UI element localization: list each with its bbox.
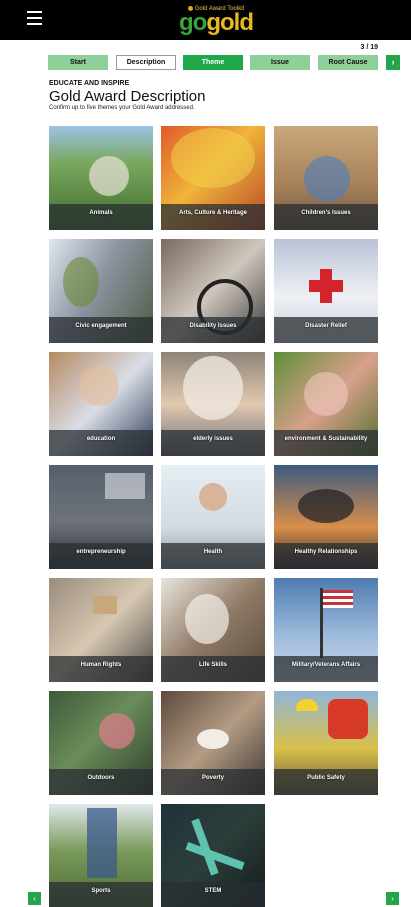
- theme-label: Outdoors: [87, 775, 115, 781]
- theme-tile-environment-sustainability[interactable]: environment & Sustainability: [274, 352, 378, 456]
- tile-photo-shape: [171, 128, 255, 188]
- tile-caption-bar: [161, 204, 265, 230]
- theme-label: entrepreneurship: [76, 549, 126, 555]
- theme-label: environment & Sustainability: [284, 436, 368, 442]
- theme-tile-animals[interactable]: Animals: [49, 126, 153, 230]
- tile-caption-bar: [274, 769, 378, 795]
- gogold-logo[interactable]: Gold Award Toolkit gogold: [176, 6, 256, 35]
- theme-tile-sports[interactable]: Sports: [49, 804, 153, 907]
- logo-go: go: [179, 9, 207, 36]
- bowl-shape: [197, 729, 229, 749]
- theme-label: Arts, Culture & Heritage: [178, 210, 247, 216]
- chevron-right-icon[interactable]: ›: [386, 55, 400, 70]
- tile-caption-bar: [274, 656, 378, 682]
- theme-tile-entrepreneurship[interactable]: entrepreneurship: [49, 465, 153, 569]
- step-description-button[interactable]: Description: [116, 55, 176, 70]
- logo-wordmark: gogold: [176, 11, 256, 35]
- theme-tile-disability-issues[interactable]: Disability Issues: [161, 239, 265, 343]
- hard-hat-shape: [296, 699, 318, 711]
- tile-caption-bar: [274, 430, 378, 456]
- theme-label: Public Safety: [307, 775, 345, 781]
- us-flag-icon: [323, 590, 353, 608]
- theme-label: education: [86, 436, 116, 442]
- tile-caption-bar: [49, 317, 153, 343]
- tile-caption-bar: [274, 317, 378, 343]
- theme-label: elderly issues: [193, 436, 233, 442]
- theme-tile-childrens-issues[interactable]: Children's Issues: [274, 126, 378, 230]
- theme-label: Life Skills: [198, 662, 227, 668]
- tile-caption-bar: [49, 769, 153, 795]
- theme-label: Poverty: [201, 775, 224, 781]
- tile-photo-shape: [183, 356, 243, 420]
- step-start-button[interactable]: Start: [48, 55, 108, 70]
- tile-photo-shape: [304, 372, 348, 416]
- logo-gold: gold: [206, 9, 254, 36]
- theme-label: Health: [203, 549, 223, 555]
- whiteboard-shape: [105, 473, 145, 499]
- theme-label: Disability Issues: [189, 323, 237, 329]
- tile-caption-bar: [49, 204, 153, 230]
- tile-caption-bar: [49, 543, 153, 569]
- red-cross-bar: [309, 280, 343, 292]
- theme-tile-health[interactable]: Health: [161, 465, 265, 569]
- theme-label: Sports: [91, 888, 111, 894]
- tile-caption-bar: [161, 430, 265, 456]
- tile-caption-bar: [161, 543, 265, 569]
- theme-tile-healthy-relationships[interactable]: Healthy Relationships: [274, 465, 378, 569]
- protest-sign-shape: [93, 596, 117, 614]
- step-counter: 3 / 19: [360, 44, 378, 51]
- tile-caption-bar: [161, 317, 265, 343]
- theme-label: Military/Veterans Affairs: [291, 662, 361, 668]
- next-page-button[interactable]: ›: [386, 892, 399, 905]
- silhouette-shape: [298, 489, 354, 523]
- theme-label: STEM: [204, 888, 222, 894]
- tile-photo-shape: [99, 713, 135, 749]
- theme-tile-poverty[interactable]: Poverty: [161, 691, 265, 795]
- previous-page-button[interactable]: ‹: [28, 892, 41, 905]
- step-theme-button[interactable]: Theme: [183, 55, 243, 70]
- theme-tile-military-veterans-affairs[interactable]: Military/Veterans Affairs: [274, 578, 378, 682]
- theme-tile-civic-engagement[interactable]: Civic engagement: [49, 239, 153, 343]
- tile-caption-bar: [161, 656, 265, 682]
- tile-caption-bar: [161, 769, 265, 795]
- tile-photo-shape: [89, 156, 129, 196]
- theme-tile-arts-culture-heritage[interactable]: Arts, Culture & Heritage: [161, 126, 265, 230]
- tile-caption-bar: [161, 882, 265, 907]
- step-root-cause-button[interactable]: Root Cause: [318, 55, 378, 70]
- theme-label: Disaster Relief: [305, 323, 347, 329]
- top-bar: Gold Award Toolkit gogold: [0, 0, 411, 40]
- theme-tile-human-rights[interactable]: Human Rights: [49, 578, 153, 682]
- page-title: Gold Award Description: [49, 88, 206, 105]
- tile-photo-shape: [199, 483, 227, 511]
- theme-label: Civic engagement: [75, 323, 127, 329]
- step-issue-button[interactable]: Issue: [250, 55, 310, 70]
- theme-tile-life-skills[interactable]: Life Skills: [161, 578, 265, 682]
- tile-caption-bar: [49, 882, 153, 907]
- step-navigation: Start Description Theme Issue Root Cause…: [48, 55, 403, 70]
- theme-tile-education[interactable]: education: [49, 352, 153, 456]
- theme-label: Children's Issues: [301, 210, 351, 216]
- tile-photo-shape: [304, 156, 350, 202]
- section-eyebrow: EDUCATE AND INSPIRE: [49, 80, 130, 87]
- theme-tile-outdoors[interactable]: Outdoors: [49, 691, 153, 795]
- theme-label: Human Rights: [80, 662, 122, 668]
- tile-photo-shape: [87, 808, 117, 878]
- theme-tile-public-safety[interactable]: Public Safety: [274, 691, 378, 795]
- tile-caption-bar: [49, 430, 153, 456]
- page-subtitle: Confirm up to five themes your Gold Awar…: [49, 105, 195, 111]
- hamburger-menu-icon[interactable]: [27, 11, 42, 25]
- tile-photo-shape: [63, 257, 99, 307]
- theme-label: Animals: [89, 210, 113, 216]
- tile-caption-bar: [49, 656, 153, 682]
- theme-tile-disaster-relief[interactable]: Disaster Relief: [274, 239, 378, 343]
- tile-caption-bar: [274, 204, 378, 230]
- theme-tile-stem[interactable]: STEM: [161, 804, 265, 907]
- tile-caption-bar: [274, 543, 378, 569]
- tile-photo-shape: [185, 594, 229, 644]
- theme-label: Healthy Relationships: [294, 549, 358, 555]
- tile-photo-shape: [79, 366, 119, 406]
- theme-tile-elderly-issues[interactable]: elderly issues: [161, 352, 265, 456]
- stop-sign-icon: [328, 699, 368, 739]
